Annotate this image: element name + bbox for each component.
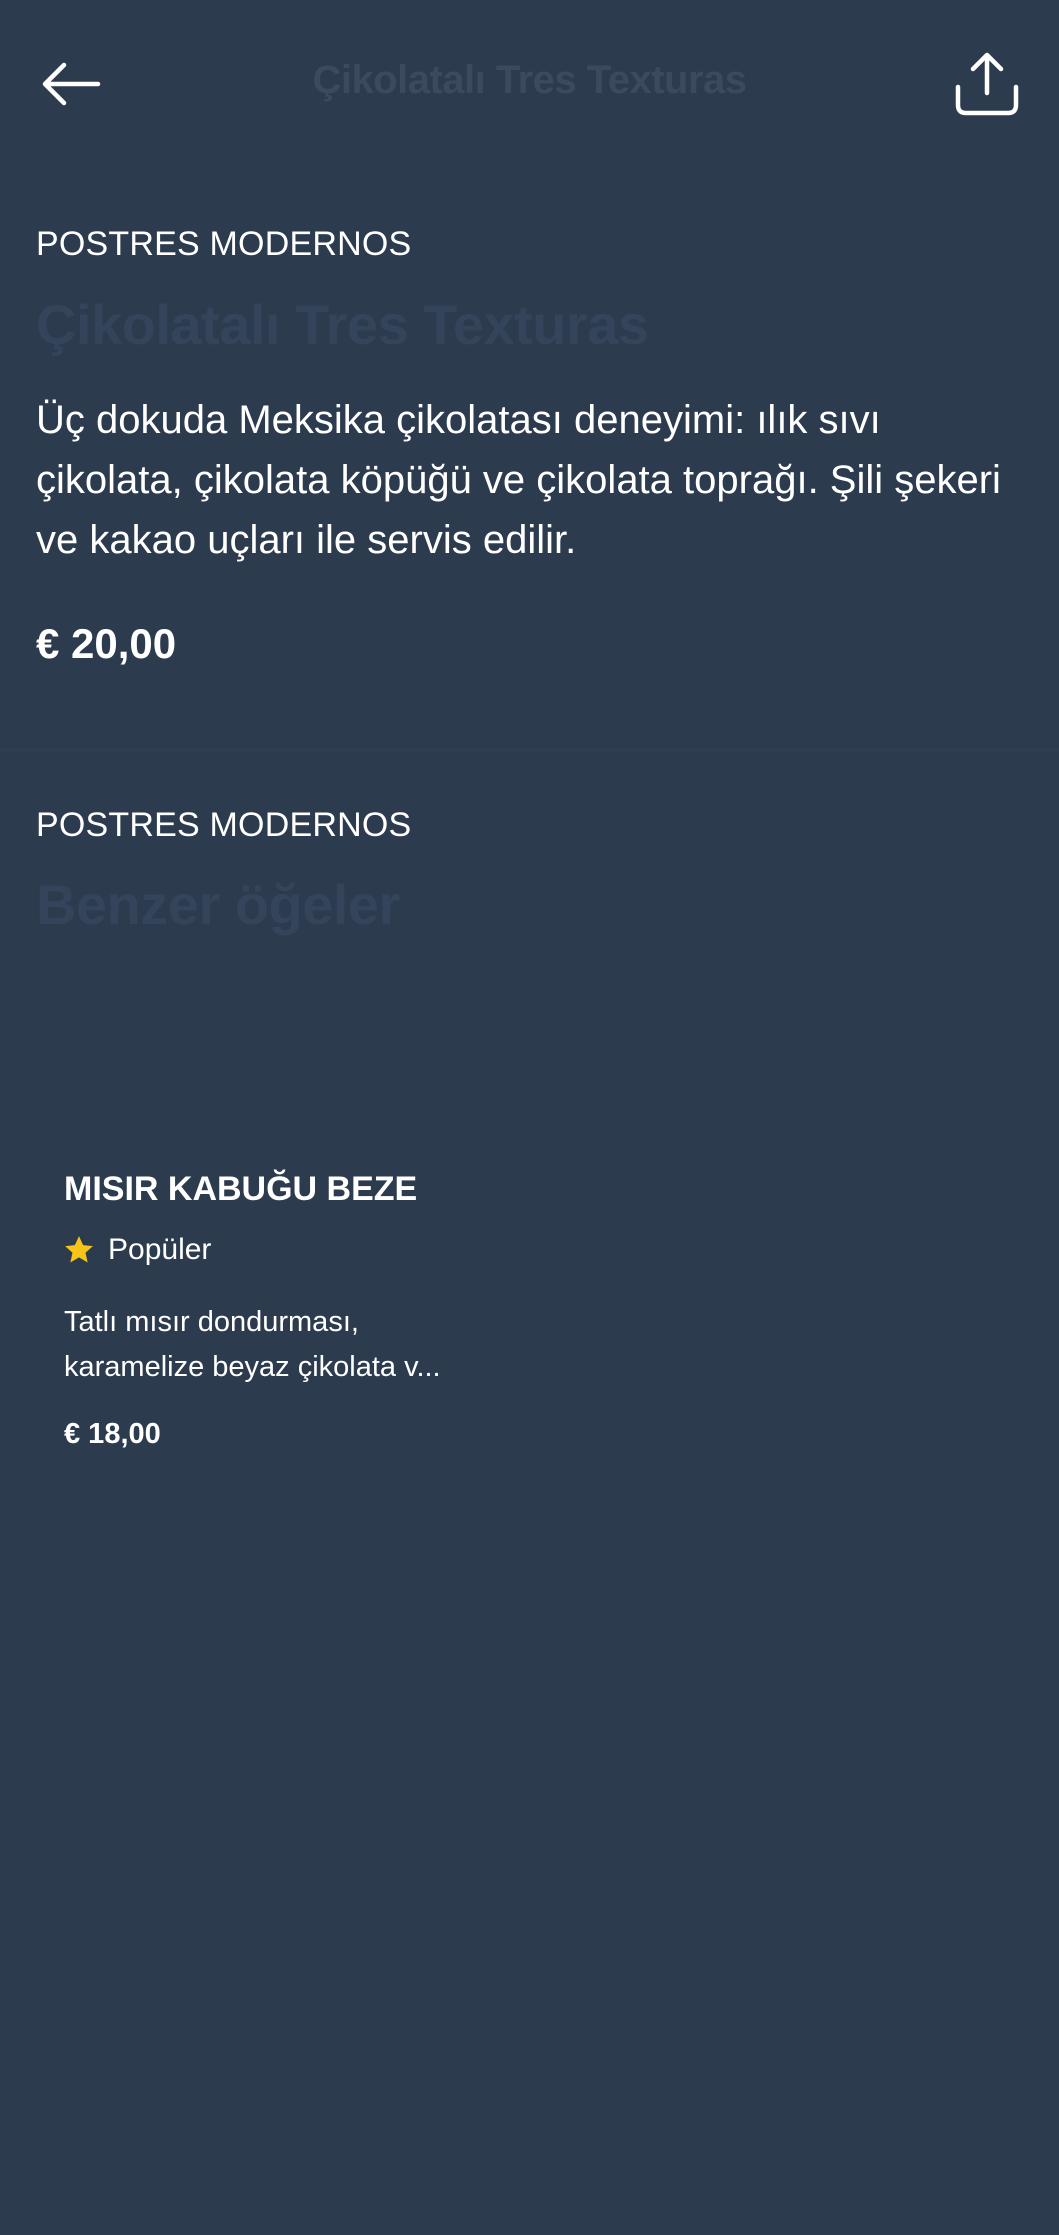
header-title: Çikolatalı Tres Texturas [312, 58, 747, 102]
similar-item-card[interactable]: MISIR KABUĞU BEZE Popüler Tatlı mısır do… [36, 1110, 536, 1480]
item-price: € 20,00 [36, 620, 177, 667]
badge-label: Popüler [108, 1233, 212, 1266]
similar-title: Benzer öğeler [36, 873, 400, 936]
share-button[interactable] [952, 50, 1022, 120]
card-description: Tatlı mısır dondurması, karamelize beyaz… [64, 1306, 441, 1383]
similar-category: POSTRES MODERNOS [36, 806, 412, 844]
similar-items-section: POSTRES MODERNOS Benzer öğeler [0, 752, 1059, 1152]
arrow-left-icon [42, 62, 101, 106]
item-detail: POSTRES MODERNOS Çikolatalı Tres Textura… [0, 170, 1059, 750]
top-bar: Çikolatalı Tres Texturas [0, 0, 1059, 170]
share-icon [955, 52, 1019, 116]
item-category: POSTRES MODERNOS [36, 225, 412, 263]
item-title: Çikolatalı Tres Texturas [36, 293, 649, 356]
popular-badge: Popüler [62, 1230, 211, 1270]
star-icon [65, 1236, 93, 1263]
back-button[interactable] [36, 50, 106, 120]
item-description: Üç dokuda Meksika çikolatası deneyimi: ı… [36, 398, 1001, 562]
card-title: MISIR KABUĞU BEZE [64, 1170, 418, 1208]
card-price: € 18,00 [64, 1418, 161, 1450]
